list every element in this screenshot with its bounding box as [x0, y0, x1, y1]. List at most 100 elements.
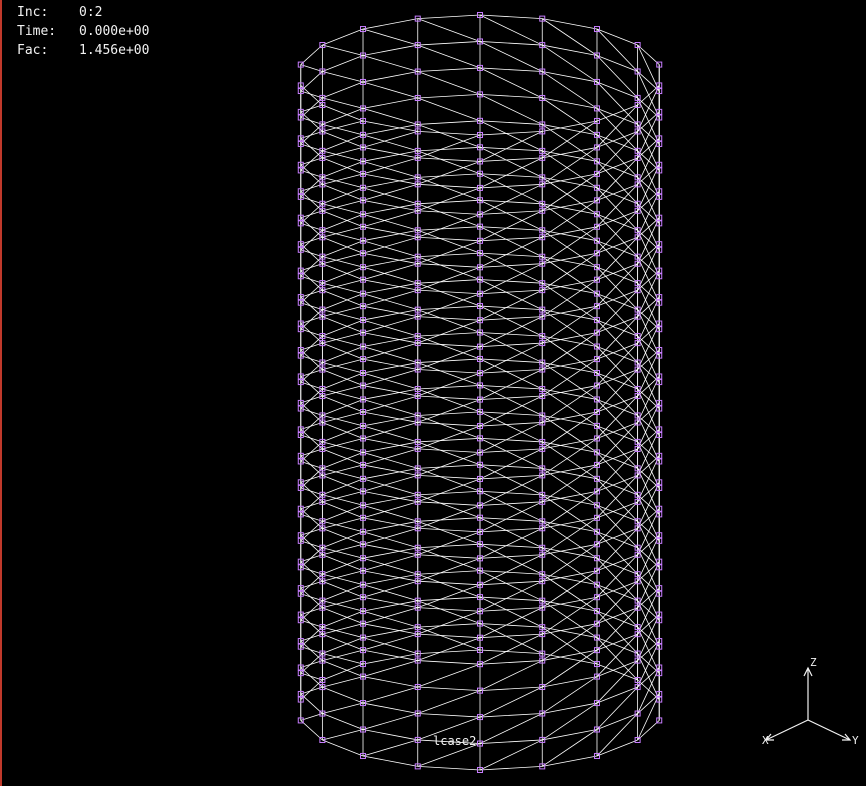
- mesh-edge: [637, 693, 660, 741]
- mesh-edge: [322, 240, 364, 258]
- mesh-edge: [362, 240, 418, 258]
- graphics-viewport[interactable]: Inc: 0:2 Time: 0.000e+00 Fac: 1.456e+00 …: [0, 0, 866, 786]
- mesh-edge: [362, 44, 418, 56]
- mesh-edge: [637, 229, 660, 251]
- mesh-edge: [322, 610, 364, 628]
- mesh-edge: [417, 411, 481, 416]
- mesh-edge: [322, 531, 364, 549]
- mesh-edge: [300, 90, 323, 99]
- mesh-edge: [322, 501, 364, 519]
- mesh-edge: [596, 610, 638, 654]
- mesh-edge: [479, 580, 543, 586]
- mesh-edge: [596, 713, 638, 730]
- mesh-edge: [322, 584, 364, 601]
- mesh-edge: [362, 372, 418, 390]
- x-axis-line: [765, 719, 809, 741]
- mesh-edge: [637, 720, 660, 741]
- mesh-edge: [637, 508, 660, 555]
- mesh-edge: [479, 93, 543, 99]
- mesh-edge: [362, 739, 418, 757]
- mesh-edge: [596, 686, 638, 704]
- mesh-edge: [596, 660, 638, 704]
- mesh-edge: [637, 535, 660, 582]
- mesh-edge: [479, 411, 543, 416]
- mesh-edge: [300, 626, 323, 647]
- mesh-edge: [362, 580, 418, 598]
- mesh-edge: [596, 28, 638, 72]
- mesh-edge: [417, 388, 481, 413]
- mesh-edge: [479, 199, 543, 205]
- mesh-edge: [417, 332, 481, 337]
- mesh-edge: [417, 305, 481, 311]
- mesh-edge: [637, 282, 660, 304]
- mesh-edge: [637, 388, 660, 409]
- mesh-edge: [637, 309, 660, 330]
- mesh-edge: [417, 41, 481, 46]
- mesh-edge: [479, 686, 543, 718]
- mesh-edge: [479, 474, 543, 480]
- mesh-edge: [362, 157, 418, 175]
- mesh-edge: [596, 557, 638, 601]
- mesh-edge: [417, 358, 481, 363]
- mesh-edge: [637, 256, 660, 303]
- mesh-edge: [417, 464, 481, 469]
- mesh-edge: [479, 369, 543, 374]
- mesh-edge: [322, 660, 364, 677]
- mesh-edge: [637, 402, 660, 450]
- mesh-edge: [417, 649, 481, 655]
- mesh-edge: [322, 342, 364, 360]
- mesh-edge: [479, 649, 543, 655]
- mesh-edge: [479, 437, 543, 443]
- mesh-edge: [596, 425, 638, 469]
- mesh-edge: [479, 226, 543, 231]
- mesh-edge: [417, 474, 481, 480]
- mesh-edge: [596, 55, 638, 72]
- mesh-edge: [637, 335, 660, 383]
- mesh-edge: [417, 252, 481, 258]
- mesh-edge: [300, 64, 323, 72]
- mesh-edge: [417, 199, 481, 205]
- mesh-edge: [300, 527, 323, 536]
- mesh-edge: [637, 679, 660, 700]
- mesh-edge: [596, 686, 638, 730]
- mesh-edge: [479, 501, 543, 506]
- mesh-edge: [362, 527, 418, 545]
- mesh-edge: [417, 600, 481, 624]
- mesh-edge: [637, 282, 660, 330]
- mesh-edge: [417, 517, 481, 522]
- mesh-edge: [417, 183, 481, 189]
- mesh-edge: [637, 362, 660, 409]
- mesh-edge: [417, 93, 481, 99]
- mesh-edge: [417, 547, 481, 572]
- mesh-edge: [479, 41, 543, 46]
- mesh-edge: [417, 97, 481, 122]
- mesh-edge: [300, 593, 323, 602]
- mesh-lines: [300, 14, 660, 771]
- mesh-edge: [417, 335, 481, 360]
- mesh-edge: [322, 686, 364, 704]
- mesh-edge: [479, 120, 543, 125]
- mesh-edge: [596, 108, 638, 152]
- mesh-edge: [300, 513, 323, 522]
- mesh-edge: [596, 739, 638, 757]
- z-axis-label: Z: [810, 656, 817, 669]
- mesh-edge: [322, 81, 364, 99]
- mesh-edge: [637, 376, 660, 423]
- mesh-edge: [637, 323, 660, 370]
- mesh-edge: [362, 660, 418, 677]
- cylinder-mesh[interactable]: [0, 0, 866, 786]
- mesh-edge: [637, 415, 660, 436]
- mesh-edge: [417, 157, 481, 162]
- mesh-edge: [322, 557, 364, 575]
- mesh-edge: [300, 388, 323, 409]
- mesh-edge: [479, 570, 543, 575]
- mesh-edge: [362, 369, 418, 386]
- mesh-edge: [596, 399, 638, 443]
- mesh-edge: [362, 18, 418, 30]
- mesh-edge: [300, 196, 323, 205]
- mesh-edge: [637, 44, 660, 92]
- mesh-edge: [362, 183, 418, 201]
- mesh-edge: [637, 124, 660, 171]
- mesh-edge: [479, 67, 543, 72]
- mesh-edge: [417, 501, 481, 506]
